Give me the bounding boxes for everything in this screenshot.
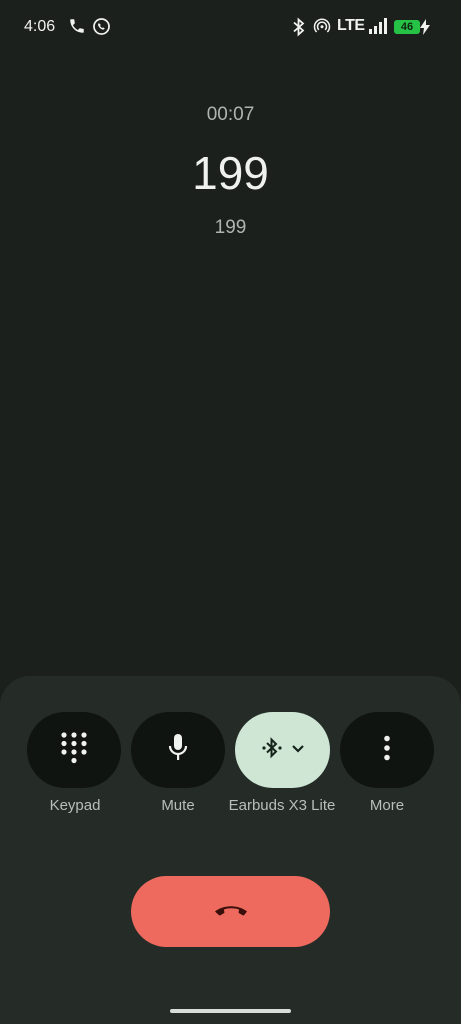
keypad-label: Keypad	[49, 797, 101, 814]
network-type: LTE	[337, 17, 365, 34]
more-button[interactable]	[340, 712, 434, 788]
signal-icon	[368, 17, 388, 40]
mute-button[interactable]	[131, 712, 225, 788]
caller-name: 199	[192, 147, 269, 199]
home-indicator[interactable]	[170, 1009, 291, 1013]
dialpad-icon	[60, 731, 88, 770]
chevron-down-icon	[291, 741, 305, 759]
hotspot-icon	[313, 17, 331, 40]
more-label: More	[369, 797, 405, 814]
microphone-icon	[167, 733, 189, 768]
keypad-button[interactable]	[27, 712, 121, 788]
phone-call-icon	[68, 17, 86, 40]
status-bar: 4:06 LTE 46	[0, 0, 461, 56]
bluetooth-icon	[292, 17, 306, 42]
audio-route-label: Earbuds X3 Lite	[228, 797, 336, 814]
end-call-icon	[213, 901, 249, 922]
whatsapp-icon	[92, 17, 111, 41]
more-vert-icon	[383, 735, 391, 766]
call-duration: 00:07	[206, 104, 255, 125]
battery-charging-icon	[420, 19, 430, 40]
battery-indicator: 46	[394, 20, 420, 34]
caller-number: 199	[214, 217, 247, 238]
status-time: 4:06	[24, 18, 56, 35]
bluetooth-icon	[261, 735, 283, 766]
end-call-button[interactable]	[131, 876, 330, 947]
audio-route-button[interactable]	[235, 712, 330, 788]
mute-label: Mute	[161, 797, 195, 814]
